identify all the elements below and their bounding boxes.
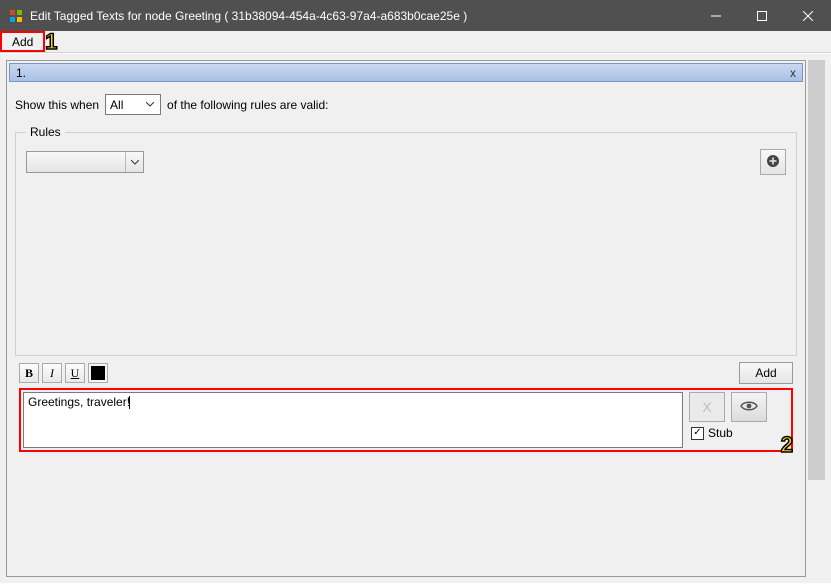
text-side-buttons: X (689, 392, 789, 422)
stub-checkbox[interactable]: ✓ (691, 427, 704, 440)
delete-text-button[interactable]: X (689, 392, 725, 422)
rules-empty-area (26, 175, 786, 345)
preview-button[interactable] (731, 392, 767, 422)
text-input-value: Greetings, traveler! (28, 395, 130, 409)
chevron-down-icon (125, 152, 143, 172)
bold-label: B (25, 366, 33, 381)
close-button[interactable] (785, 0, 831, 31)
section-header[interactable]: 1. x (9, 63, 803, 82)
bold-button[interactable]: B (19, 363, 39, 383)
main-panel: 1. x Show this when All of the following… (6, 60, 806, 577)
x-icon: X (702, 399, 711, 415)
section-close-icon[interactable]: x (790, 66, 796, 80)
stub-label: Stub (708, 426, 733, 440)
section-body: Show this when All of the following rule… (7, 84, 805, 462)
color-swatch-icon (91, 366, 105, 380)
plus-circle-icon (766, 154, 780, 171)
window-title: Edit Tagged Texts for node Greeting ( 31… (30, 9, 693, 23)
add-text-button[interactable]: Add (739, 362, 793, 384)
section-number: 1. (16, 66, 790, 80)
eye-icon (740, 399, 758, 415)
client-area: 1. x Show this when All of the following… (0, 53, 831, 583)
window-controls (693, 0, 831, 31)
stub-row: ✓ Stub (689, 426, 789, 440)
scrollbar-track (808, 60, 825, 577)
annotation-1: 1 (45, 31, 57, 53)
italic-label: I (50, 366, 54, 381)
rules-legend: Rules (26, 125, 65, 139)
app-icon (8, 8, 24, 24)
vertical-scrollbar[interactable] (808, 60, 825, 577)
rules-fieldset: Rules (15, 125, 797, 356)
check-icon: ✓ (693, 428, 701, 438)
format-toolbar: B I U Add (15, 362, 797, 384)
minimize-button[interactable] (693, 0, 739, 31)
show-suffix-label: of the following rules are valid: (167, 98, 328, 112)
show-prefix-label: Show this when (15, 98, 99, 112)
add-text-label: Add (755, 366, 776, 380)
show-this-when-row: Show this when All of the following rule… (15, 94, 797, 115)
text-input[interactable]: Greetings, traveler! (23, 392, 683, 448)
add-rule-button[interactable] (760, 149, 786, 175)
menu-bar: Add 1 (0, 31, 831, 53)
maximize-button[interactable] (739, 0, 785, 31)
condition-mode-value: All (110, 98, 123, 112)
scrollbar-thumb[interactable] (808, 60, 825, 480)
italic-button[interactable]: I (42, 363, 62, 383)
underline-button[interactable]: U (65, 363, 85, 383)
condition-mode-select[interactable]: All (105, 94, 161, 115)
text-caret (129, 396, 130, 409)
title-bar: Edit Tagged Texts for node Greeting ( 31… (0, 0, 831, 31)
text-color-button[interactable] (88, 363, 108, 383)
chevron-down-icon (142, 95, 158, 114)
underline-label: U (71, 366, 80, 381)
text-side-controls: X (689, 392, 789, 448)
add-menu-item[interactable]: Add 1 (0, 31, 45, 52)
text-entry-block: Greetings, traveler! X (19, 388, 793, 452)
rule-type-select[interactable] (26, 151, 144, 173)
add-menu-label: Add (12, 35, 33, 49)
rules-row (26, 149, 786, 175)
scroll-region: 1. x Show this when All of the following… (6, 60, 825, 577)
